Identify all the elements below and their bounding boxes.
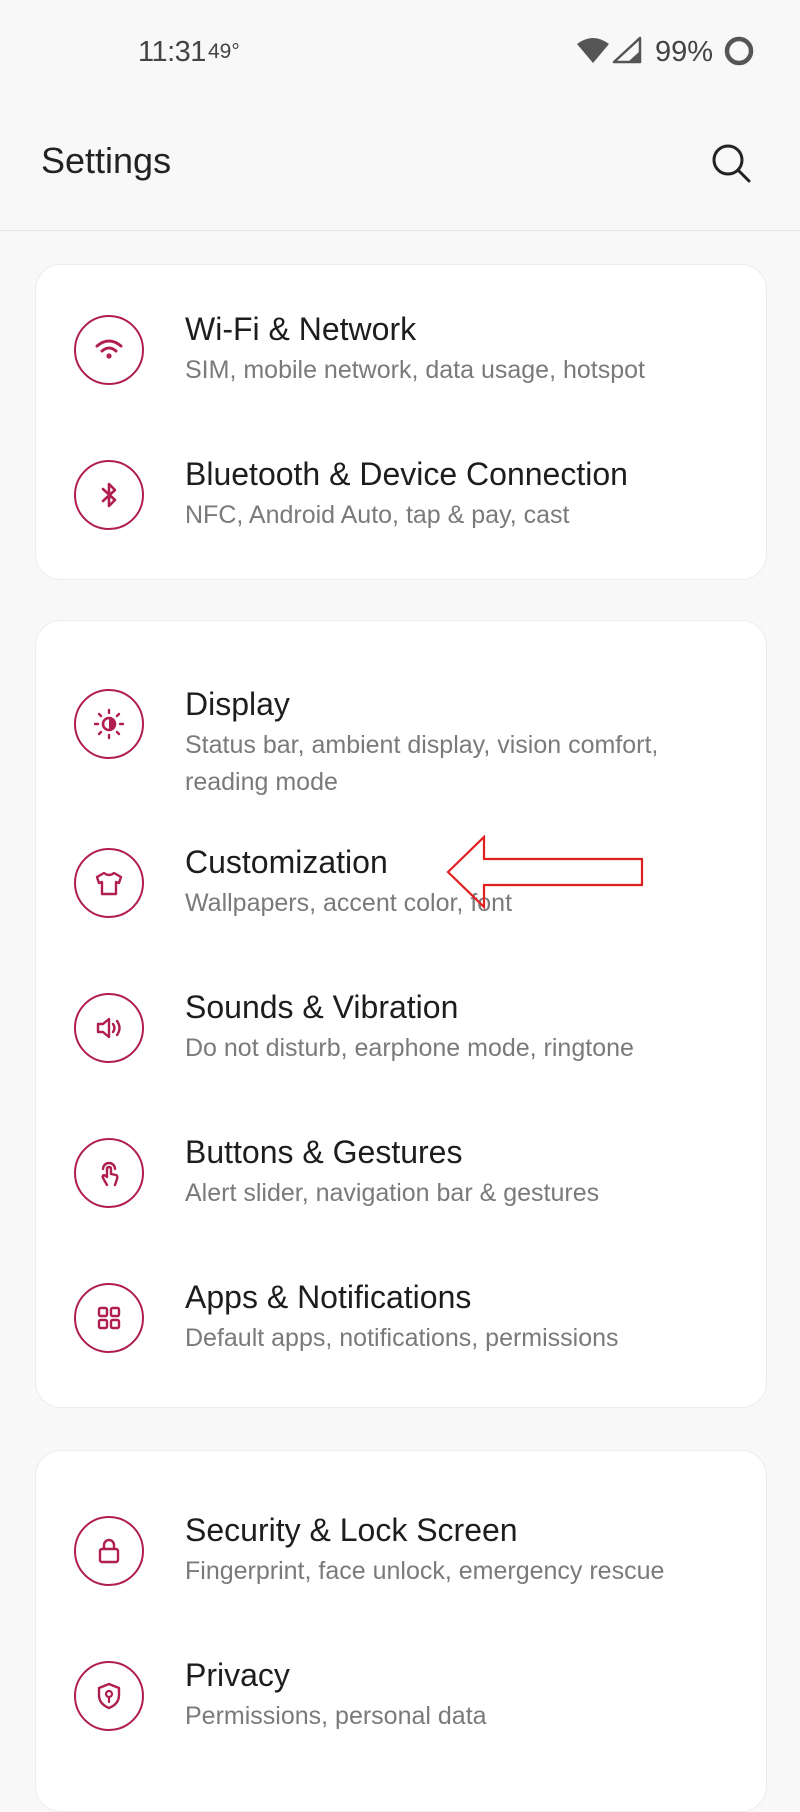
settings-item-wifi-network[interactable]: Wi-Fi & Network SIM, mobile network, dat… [36,271,766,391]
settings-item-display[interactable]: Display Status bar, ambient display, vis… [36,641,766,796]
settings-item-apps-notifications[interactable]: Apps & Notifications Default apps, notif… [36,1238,766,1358]
settings-item-customization[interactable]: Customization Wallpapers, accent color, … [36,803,766,923]
item-title: Display [185,686,290,722]
item-subtitle: Alert slider, navigation bar & gestures [185,1179,600,1207]
item-subtitle: Fingerprint, face unlock, emergency resc… [185,1557,665,1585]
settings-card-connectivity: Wi-Fi & Network SIM, mobile network, dat… [35,264,767,580]
privacy-shield-icon [74,1661,144,1731]
page-title: Settings [41,140,172,181]
settings-item-bluetooth[interactable]: Bluetooth & Device Connection NFC, Andro… [36,416,766,536]
status-time: 11:31 [138,36,206,68]
app-bar: Settings [0,100,800,231]
item-subtitle: SIM, mobile network, data usage, hotspot [185,356,645,384]
item-subtitle: Permissions, personal data [185,1702,487,1730]
item-title: Wi-Fi & Network [185,311,417,347]
speaker-icon [74,993,144,1063]
settings-item-sounds-vibration[interactable]: Sounds & Vibration Do not disturb, earph… [36,948,766,1068]
item-title: Sounds & Vibration [185,989,459,1025]
item-title: Apps & Notifications [185,1279,472,1315]
wifi-icon [577,38,609,63]
search-icon [712,144,751,183]
item-subtitle: Do not disturb, earphone mode, ringtone [185,1034,634,1062]
apps-grid-icon [74,1283,144,1353]
item-title: Bluetooth & Device Connection [185,456,628,492]
settings-item-privacy[interactable]: Privacy Permissions, personal data [36,1616,766,1736]
item-title: Privacy [185,1657,290,1693]
item-title: Customization [185,844,388,880]
wifi-icon [74,315,144,385]
settings-item-security-lock-screen[interactable]: Security & Lock Screen Fingerprint, face… [36,1471,766,1591]
battery-icon [724,36,754,66]
item-subtitle: Default apps, notifications, permissions [185,1324,619,1352]
item-title: Buttons & Gestures [185,1134,463,1170]
settings-card-security: Security & Lock Screen Fingerprint, face… [35,1450,767,1812]
settings-card-device: Display Status bar, ambient display, vis… [35,620,767,1408]
item-subtitle: NFC, Android Auto, tap & pay, cast [185,501,570,529]
status-temperature: 49° [208,40,240,63]
gesture-icon [74,1138,144,1208]
t-shirt-icon [74,848,144,918]
settings-item-buttons-gestures[interactable]: Buttons & Gestures Alert slider, navigat… [36,1093,766,1213]
bluetooth-icon [74,460,144,530]
lock-icon [74,1516,144,1586]
cellular-signal-icon [612,36,642,64]
item-title: Security & Lock Screen [185,1512,518,1548]
annotation-arrow-icon [446,834,644,910]
battery-percentage: 99% [655,36,714,68]
status-bar: 11:31 49° 99% [0,0,800,100]
item-subtitle: Status bar, ambient display, vision comf… [185,731,659,796]
brightness-icon [74,689,144,759]
search-button[interactable] [706,138,756,188]
